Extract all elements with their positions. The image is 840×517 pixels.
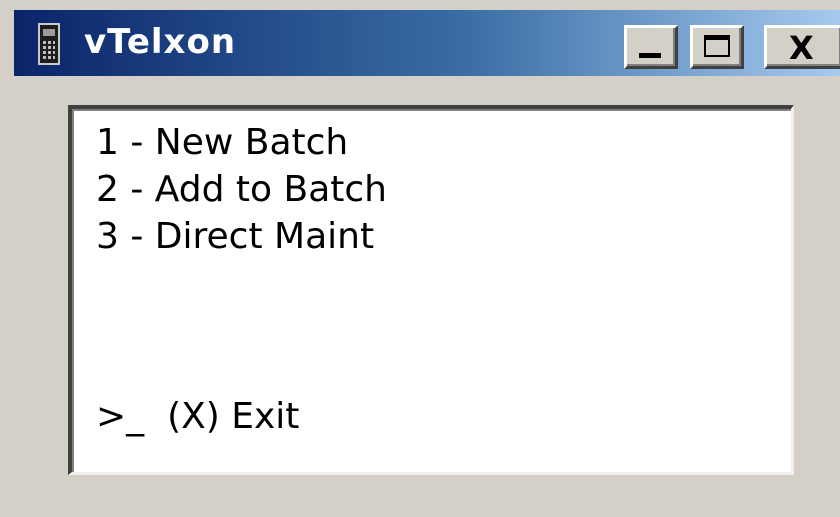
menu-item-add-to-batch: 2 - Add to Batch <box>96 169 387 210</box>
minimize-button[interactable] <box>624 25 678 69</box>
exit-option: (X) Exit <box>167 396 300 437</box>
app-window: vTelxon X 1 - New Batch 2 - Add to Batch… <box>0 0 840 517</box>
terminal-screen[interactable]: 1 - New Batch 2 - Add to Batch 3 - Direc… <box>68 105 794 475</box>
maximize-button[interactable] <box>690 25 744 69</box>
calculator-screen <box>43 29 55 36</box>
menu-item-direct-maint: 3 - Direct Maint <box>96 216 375 257</box>
close-button[interactable]: X <box>764 25 840 69</box>
close-icon: X <box>789 29 814 67</box>
window-title: vTelxon <box>84 22 237 62</box>
menu-item-new-batch: 1 - New Batch <box>96 122 349 163</box>
title-bar[interactable]: vTelxon X <box>14 10 840 76</box>
calculator-keys <box>43 41 55 59</box>
maximize-icon <box>704 35 730 57</box>
command-prompt[interactable]: >_ (X) Exit <box>96 397 299 437</box>
prompt-cursor[interactable]: >_ <box>96 396 144 437</box>
minimize-icon <box>639 53 661 58</box>
calculator-icon[interactable] <box>38 23 60 65</box>
